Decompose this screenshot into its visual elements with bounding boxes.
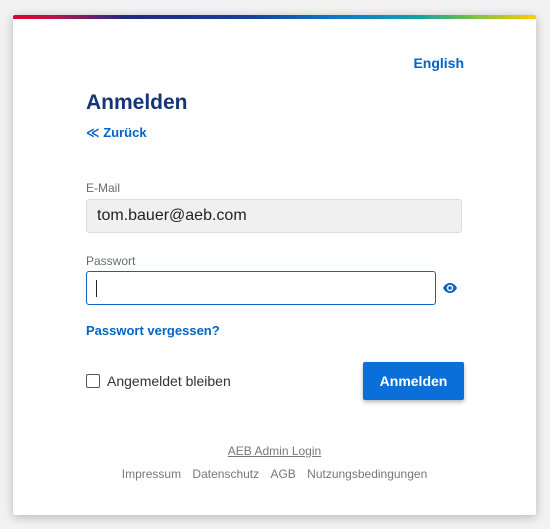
login-button[interactable]: Anmelden xyxy=(363,362,464,400)
text-cursor xyxy=(96,280,97,297)
language-switch-link[interactable]: English xyxy=(413,55,464,71)
admin-login-link[interactable]: AEB Admin Login xyxy=(228,444,321,458)
forgot-password-link[interactable]: Passwort vergessen? xyxy=(86,323,220,338)
remember-me-checkbox[interactable] xyxy=(86,374,100,388)
page-title: Anmelden xyxy=(86,91,188,114)
password-label: Passwort xyxy=(86,254,136,268)
eye-icon[interactable] xyxy=(442,280,458,296)
brand-color-bar xyxy=(13,15,536,19)
remember-me-row: Angemeldet bleiben xyxy=(86,373,231,389)
footer-links: Impressum Datenschutz AGB Nutzungsbeding… xyxy=(13,467,536,481)
login-card: English Anmelden ≪ Zurück E-Mail tom.bau… xyxy=(13,15,536,515)
password-field[interactable] xyxy=(86,271,436,305)
footer-link-impressum[interactable]: Impressum xyxy=(122,467,181,481)
back-link[interactable]: ≪ Zurück xyxy=(86,125,147,141)
footer-link-nutzungsbedingungen[interactable]: Nutzungsbedingungen xyxy=(307,467,427,481)
email-value: tom.bauer@aeb.com xyxy=(97,207,247,224)
footer-link-datenschutz[interactable]: Datenschutz xyxy=(192,467,259,481)
footer-link-agb[interactable]: AGB xyxy=(270,467,295,481)
email-field[interactable]: tom.bauer@aeb.com xyxy=(86,199,462,233)
email-label: E-Mail xyxy=(86,181,121,195)
remember-me-label[interactable]: Angemeldet bleiben xyxy=(107,373,231,389)
admin-login-row: AEB Admin Login xyxy=(13,444,536,458)
